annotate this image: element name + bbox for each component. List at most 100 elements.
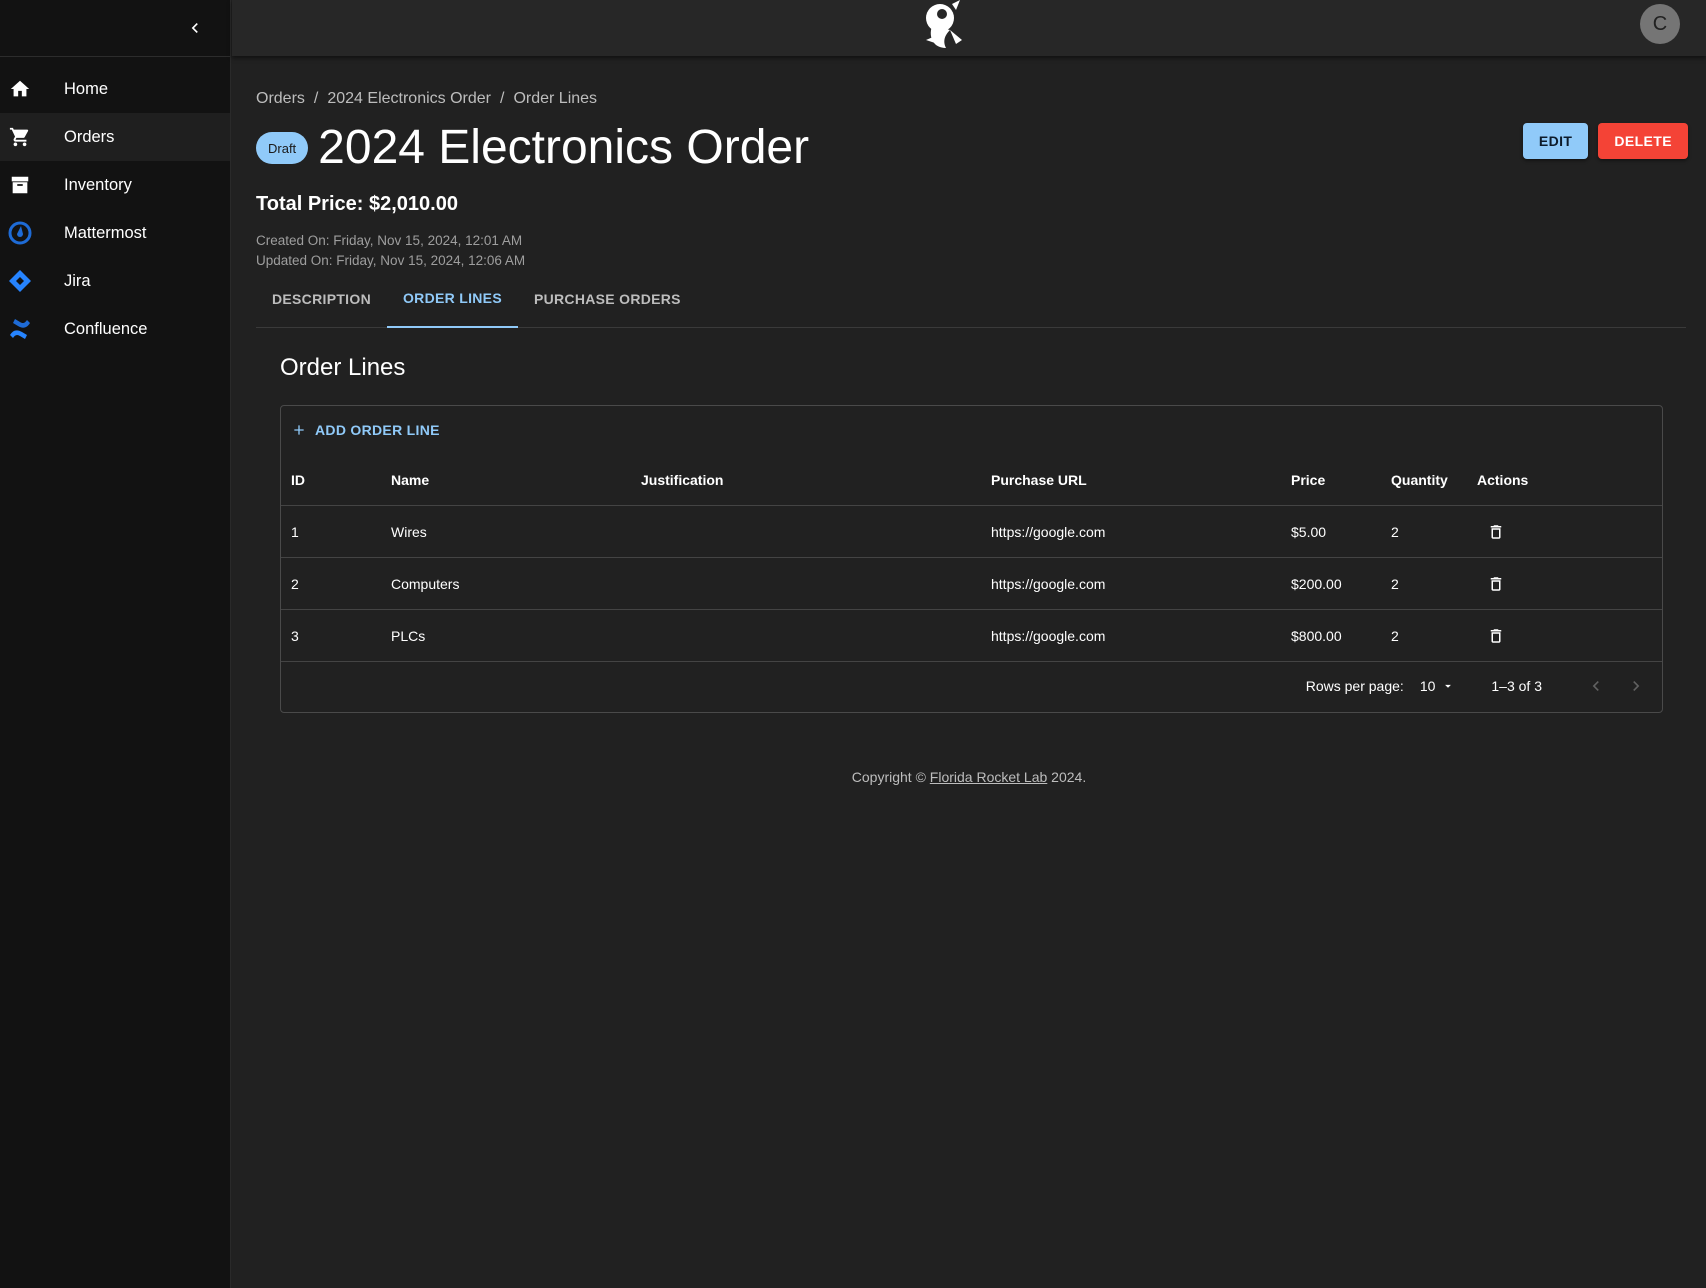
sidebar-item-home[interactable]: Home [0, 65, 230, 113]
tab-order-lines[interactable]: ORDER LINES [386, 270, 518, 328]
jira-icon [8, 269, 32, 293]
table-row[interactable]: 1 Wires https://google.com $5.00 2 [281, 506, 1662, 558]
cell-purchase-url: https://google.com [991, 627, 1106, 644]
caret-down-icon [1445, 684, 1452, 688]
breadcrumb-orders[interactable]: Orders [256, 90, 305, 108]
updated-on: Updated On: Friday, Nov 15, 2024, 12:06 … [256, 253, 526, 268]
breadcrumb-current: Order Lines [513, 90, 598, 107]
avatar[interactable]: C [1640, 4, 1680, 44]
copyright-suffix: 2024. [1047, 769, 1087, 785]
tab-description[interactable]: DESCRIPTION [256, 270, 387, 328]
trash-icon [1490, 576, 1502, 591]
collapse-sidebar-button[interactable] [180, 13, 210, 43]
next-page-button[interactable] [1620, 670, 1652, 702]
copyright-footer: Copyright © Florida Rocket Lab 2024. [232, 769, 1706, 785]
sidebar-item-label: Home [64, 79, 109, 98]
cell-name: Computers [391, 575, 460, 592]
sidebar-item-label: Orders [64, 127, 115, 146]
breadcrumb: Orders / 2024 Electronics Order / Order … [256, 90, 597, 108]
column-header-id[interactable]: ID [291, 454, 305, 505]
page-title: 2024 Electronics Order [318, 121, 810, 174]
sidebar-nav: Home Orders Inventory Mattermost Jira Co… [0, 57, 230, 353]
cell-actions [1477, 558, 1513, 609]
cart-icon [8, 125, 32, 149]
title-row: Draft 2024 Electronics Order [256, 121, 810, 175]
table-row[interactable]: 3 PLCs https://google.com $800.00 2 [281, 610, 1662, 662]
florida-rocket-lab-link[interactable]: Florida Rocket Lab [930, 769, 1048, 785]
delete-button[interactable]: DELETE [1598, 123, 1688, 159]
sidebar-item-mattermost[interactable]: Mattermost [0, 209, 230, 257]
edit-button[interactable]: EDIT [1522, 123, 1589, 159]
rows-per-page-select[interactable]: 10 [1420, 678, 1456, 694]
pagination-range: 1–3 of 3 [1491, 678, 1542, 694]
grid-toolbar: ADD ORDER LINE [281, 406, 1662, 454]
archive-icon [8, 173, 32, 197]
previous-page-button[interactable] [1580, 670, 1612, 702]
app-root: Home Orders Inventory Mattermost Jira Co… [0, 0, 1706, 1288]
sidebar-item-label: Inventory [64, 175, 132, 194]
cell-actions [1477, 610, 1513, 661]
column-header-actions: Actions [1477, 471, 1529, 488]
sidebar-item-jira[interactable]: Jira [0, 257, 230, 305]
sidebar-item-label: Confluence [64, 319, 148, 338]
total-price: Total Price: $2,010.00 [256, 193, 458, 215]
cell-price: $200.00 [1291, 575, 1342, 592]
sidebar-item-inventory[interactable]: Inventory [0, 161, 230, 209]
cell-purchase-url: https://google.com [991, 575, 1106, 592]
breadcrumb-separator: / [500, 90, 505, 107]
status-badge: Draft [256, 132, 309, 165]
order-meta: Created On: Friday, Nov 15, 2024, 12:01 … [256, 231, 525, 271]
sidebar-item-confluence[interactable]: Confluence [0, 305, 230, 353]
trash-icon [1490, 628, 1502, 643]
column-header-purchase-url[interactable]: Purchase URL [991, 454, 1087, 505]
cell-price: $800.00 [1291, 627, 1342, 644]
sidebar-item-label: Jira [64, 271, 91, 290]
delete-row-button[interactable] [1479, 515, 1513, 549]
confluence-icon [8, 317, 32, 341]
sidebar-item-label: Mattermost [64, 223, 147, 242]
cell-quantity: 2 [1391, 627, 1399, 644]
section-title: Order Lines [280, 354, 406, 381]
column-header-name[interactable]: Name [391, 454, 429, 505]
delete-row-button[interactable] [1479, 619, 1513, 653]
rows-per-page-label: Rows per page: [1305, 678, 1404, 694]
chevron-left-icon [191, 23, 198, 33]
created-on: Created On: Friday, Nov 15, 2024, 12:01 … [256, 233, 523, 248]
tab-purchase-orders[interactable]: PURCHASE ORDERS [518, 270, 697, 328]
breadcrumb-order[interactable]: 2024 Electronics Order [327, 90, 491, 108]
home-icon [8, 77, 32, 101]
add-order-line-label: ADD ORDER LINE [315, 422, 440, 438]
copyright-prefix: Copyright © [851, 769, 930, 785]
rows-per-page-value: 10 [1419, 678, 1436, 694]
tab-bar: DESCRIPTION ORDER LINES PURCHASE ORDERS [256, 270, 1686, 328]
sidebar: Home Orders Inventory Mattermost Jira Co… [0, 0, 231, 1288]
cell-name: PLCs [391, 627, 426, 644]
column-header-justification[interactable]: Justification [641, 454, 723, 505]
cell-price: $5.00 [1291, 523, 1327, 540]
page-actions: EDIT DELETE [1522, 123, 1688, 159]
rocket-lab-logo[interactable] [916, 0, 968, 52]
table-row[interactable]: 2 Computers https://google.com $200.00 2 [281, 558, 1662, 610]
mattermost-icon [8, 221, 32, 245]
cell-name: Wires [391, 523, 427, 540]
column-header-quantity[interactable]: Quantity [1391, 454, 1448, 505]
grid-header: ID Name Justification Purchase URL Price… [281, 454, 1662, 506]
order-lines-grid: ADD ORDER LINE ID Name Justification Pur… [280, 405, 1663, 713]
delete-row-button[interactable] [1479, 567, 1513, 601]
trash-icon [1490, 524, 1502, 539]
sidebar-item-orders[interactable]: Orders [0, 113, 230, 161]
add-order-line-button[interactable]: ADD ORDER LINE [291, 422, 440, 438]
cell-id: 3 [291, 627, 299, 644]
top-app-bar: C [232, 0, 1706, 56]
cell-quantity: 2 [1391, 523, 1399, 540]
cell-quantity: 2 [1391, 575, 1399, 592]
column-header-price[interactable]: Price [1291, 454, 1325, 505]
breadcrumb-separator: / [313, 90, 319, 107]
grid-pagination: Rows per page: 10 1–3 of 3 [281, 660, 1662, 712]
sidebar-header [0, 0, 230, 57]
cell-purchase-url: https://google.com [991, 523, 1106, 540]
plus-icon [294, 425, 304, 435]
chevron-right-icon [1633, 681, 1640, 691]
chevron-left-icon [1592, 681, 1599, 691]
cell-id: 2 [291, 575, 299, 592]
